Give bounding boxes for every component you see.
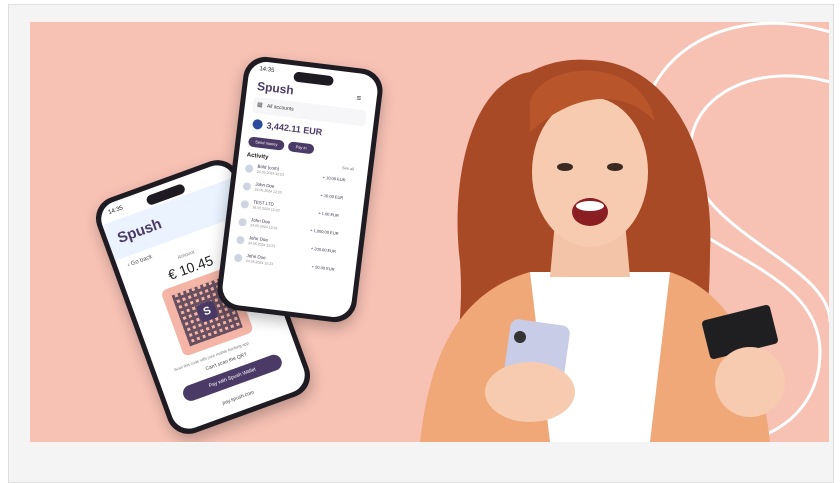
transaction-amount: + 1,000.00 EUR bbox=[309, 227, 339, 237]
avatar bbox=[233, 253, 243, 263]
hero-banner: 14:35 Spush ‹ Go back Amount € 10.45 S S… bbox=[30, 22, 829, 442]
back-label: Go back bbox=[130, 254, 154, 268]
page-frame: 14:35 Spush ‹ Go back Amount € 10.45 S S… bbox=[8, 4, 834, 483]
transaction-date: 24.05.2024 12:23 bbox=[256, 169, 285, 177]
status-time: 14:35 bbox=[107, 205, 124, 217]
status-time: 14:35 bbox=[258, 66, 275, 74]
transaction-amount: + 10.00 EUR bbox=[322, 174, 346, 183]
send-money-button[interactable]: Send money bbox=[247, 136, 285, 151]
avatar bbox=[238, 217, 248, 227]
avatar bbox=[242, 182, 252, 191]
woman-with-phone-illustration bbox=[420, 59, 785, 442]
avatar bbox=[240, 199, 250, 209]
brand-logo: Spush bbox=[256, 79, 295, 98]
balance-value: 3,442.11 EUR bbox=[265, 120, 323, 138]
phone-notch bbox=[293, 71, 335, 87]
transaction-date: 24.05.2024 12:23 bbox=[247, 241, 276, 249]
transaction-date: 24.05.2024 12:23 bbox=[252, 205, 280, 213]
phone-screen: 14:35 Spush ≡ ▦ All accounts 3,442.11 EU… bbox=[220, 59, 380, 320]
accounts-label: All accounts bbox=[266, 103, 295, 113]
transaction-date: 24.05.2024 12:23 bbox=[250, 223, 278, 231]
url-bar: pay.spush.com bbox=[221, 389, 255, 407]
transaction-amount: + 10.00 EUR bbox=[320, 192, 344, 201]
transaction-amount: + 50.00 EUR bbox=[311, 264, 335, 272]
euro-flag-icon bbox=[252, 118, 264, 130]
grid-icon: ▦ bbox=[256, 102, 263, 109]
avatar bbox=[235, 235, 245, 245]
transaction-amount: + 1.00 EUR bbox=[317, 210, 340, 218]
transaction-amount: + 200.00 EUR bbox=[310, 245, 337, 254]
transaction-date: 24.05.2024 12:23 bbox=[245, 258, 274, 267]
avatar bbox=[244, 164, 254, 174]
see-all-link[interactable]: See all bbox=[342, 165, 355, 171]
menu-icon[interactable]: ≡ bbox=[356, 93, 362, 103]
back-link[interactable]: ‹ Go back bbox=[127, 254, 154, 269]
transaction-date: 24.05.2024 12:23 bbox=[254, 187, 282, 195]
pay-in-button[interactable]: Pay in bbox=[287, 141, 315, 155]
activity-title: Activity bbox=[246, 152, 269, 161]
